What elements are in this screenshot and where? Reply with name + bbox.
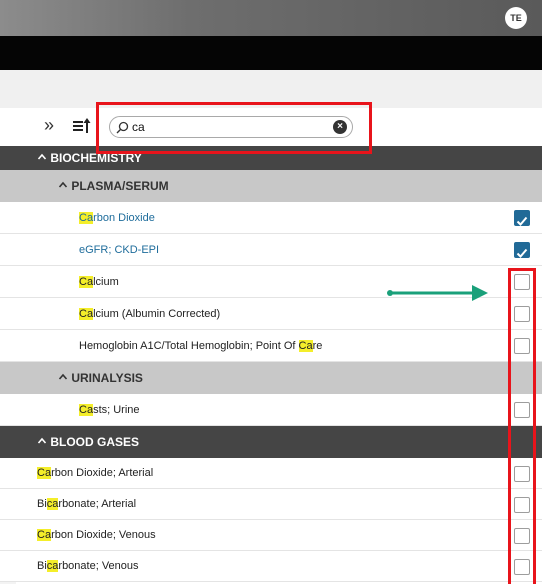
list-item[interactable]: Hemoglobin A1C/Total Hemoglobin; Point O… bbox=[0, 330, 542, 362]
collapse-caret-icon[interactable] bbox=[58, 180, 68, 190]
app-top-bar: TE bbox=[0, 0, 542, 36]
list-item-label: Casts; Urine bbox=[79, 404, 140, 416]
list-item-label: Carbon Dioxide; Arterial bbox=[37, 467, 154, 479]
collapse-caret-icon[interactable] bbox=[58, 372, 68, 382]
list-item[interactable]: Casts; Urine bbox=[0, 394, 542, 426]
group-header-blood-gases[interactable]: BLOOD GASES bbox=[0, 426, 542, 458]
search-match-highlight: Ca bbox=[37, 529, 52, 541]
group-header-blood-gases-label: BLOOD GASES bbox=[50, 435, 140, 449]
list-item-label: Bicarbonate; Arterial bbox=[37, 498, 137, 510]
list-item[interactable]: Carbon Dioxide; Venous bbox=[0, 520, 542, 551]
search-match-highlight: Ca bbox=[79, 212, 94, 224]
search-match-highlight: ca bbox=[46, 498, 59, 510]
annotation-box-checkboxes bbox=[508, 268, 536, 584]
list-item[interactable]: Carbon Dioxide; Arterial bbox=[0, 458, 542, 489]
list-item-label: Hemoglobin A1C/Total Hemoglobin; Point O… bbox=[79, 340, 323, 352]
checkmark-icon bbox=[516, 216, 528, 226]
subgroup-header-urinalysis[interactable]: URINALYSIS bbox=[0, 362, 542, 394]
list-item-label: Calcium (Albumin Corrected) bbox=[79, 308, 221, 320]
search-match-highlight: Ca bbox=[79, 308, 94, 320]
search-match-highlight: Ca bbox=[298, 340, 313, 352]
collapse-caret-icon[interactable] bbox=[37, 152, 47, 162]
app-nav-bar bbox=[0, 36, 542, 97]
search-match-highlight: Ca bbox=[37, 467, 52, 479]
subgroup-header-urinalysis-label: URINALYSIS bbox=[71, 371, 143, 385]
list-item[interactable]: Calcium (Albumin Corrected) bbox=[0, 298, 542, 330]
sort-icon[interactable] bbox=[72, 117, 92, 135]
subgroup-header-plasma-serum-label: PLASMA/SERUM bbox=[71, 179, 169, 193]
list-item-label: Carbon Dioxide; Venous bbox=[37, 529, 156, 541]
list-item[interactable]: Carbon Dioxide bbox=[0, 202, 542, 234]
list-item[interactable]: Bicarbonate; Arterial bbox=[0, 489, 542, 520]
user-avatar[interactable]: TE bbox=[505, 7, 527, 29]
list-item[interactable]: eGFR; CKD-EPI bbox=[0, 234, 542, 266]
annotation-arrow bbox=[387, 285, 488, 301]
collapse-caret-icon[interactable] bbox=[37, 436, 47, 446]
list-item-label: eGFR; CKD-EPI bbox=[79, 244, 160, 256]
search-match-highlight: ca bbox=[46, 560, 59, 572]
subgroup-header-plasma-serum[interactable]: PLASMA/SERUM bbox=[0, 170, 542, 202]
search-match-highlight: Ca bbox=[79, 404, 94, 416]
annotation-box-search bbox=[96, 102, 372, 154]
checkbox-checked[interactable] bbox=[514, 242, 530, 258]
list-item-label: Calcium bbox=[79, 276, 119, 288]
list-item-label: Bicarbonate; Venous bbox=[37, 560, 139, 572]
checkbox-checked[interactable] bbox=[514, 210, 530, 226]
search-match-highlight: Ca bbox=[79, 276, 94, 288]
expand-all-button[interactable]: » bbox=[40, 116, 58, 136]
list-item[interactable]: Bicarbonate; Venous bbox=[0, 551, 542, 582]
checkmark-icon bbox=[516, 248, 528, 258]
list-item-label: Carbon Dioxide bbox=[79, 212, 155, 224]
